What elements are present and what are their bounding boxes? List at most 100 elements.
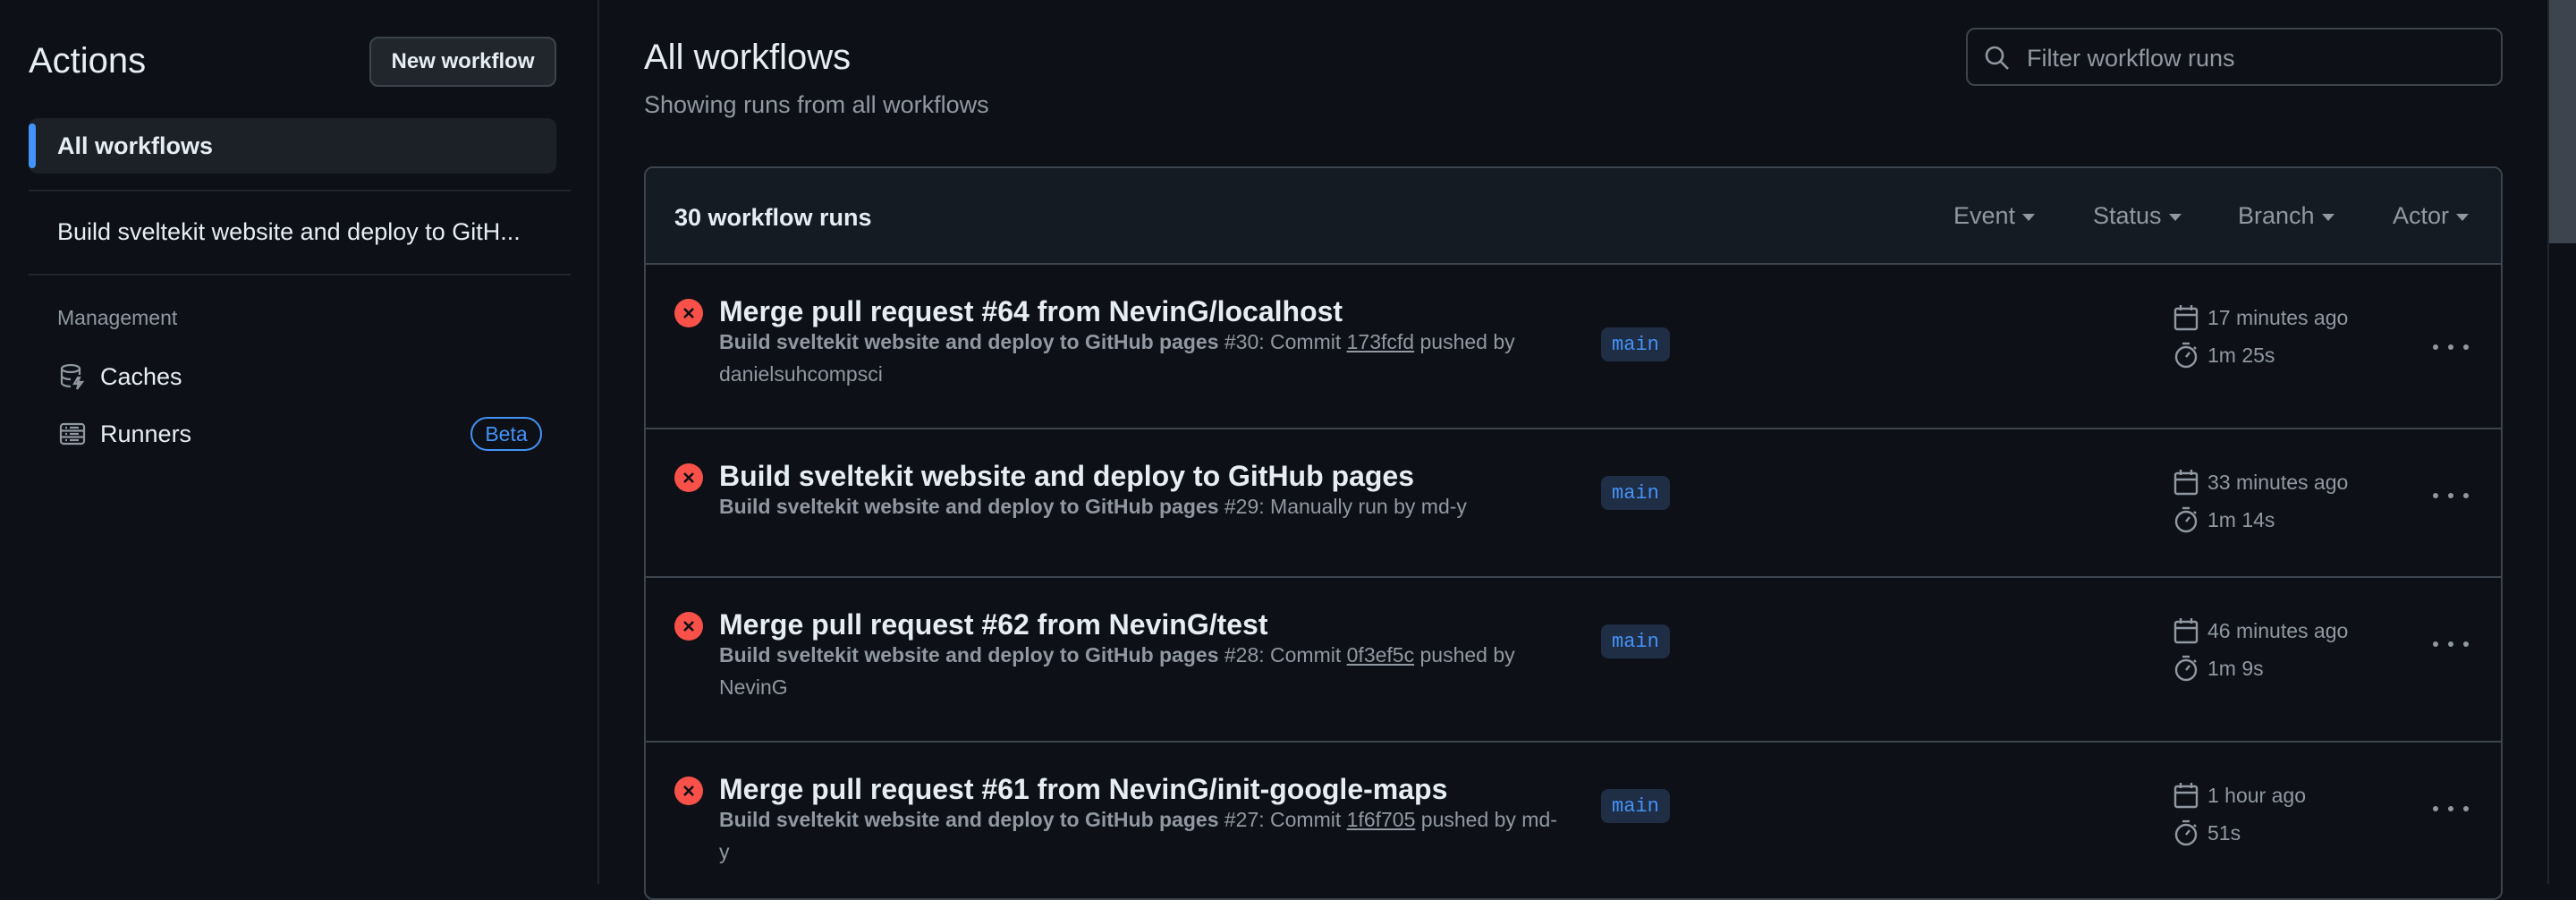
- failure-status-icon: [674, 299, 703, 327]
- run-title-link[interactable]: Merge pull request #62 from NevinG/test: [719, 608, 1268, 641]
- run-meta-text: pushed by: [1414, 330, 1515, 353]
- run-number: #27: [1224, 808, 1259, 831]
- scrollbar-thumb[interactable]: [2549, 0, 2576, 243]
- run-meta-text: : Manually run by md-y: [1258, 495, 1467, 518]
- branch-filter-dropdown[interactable]: Branch: [2238, 202, 2334, 230]
- run-meta-text: : Commit: [1258, 808, 1347, 831]
- page-subtitle: Showing runs from all workflows: [644, 91, 989, 118]
- run-count: 30 workflow runs: [674, 204, 872, 231]
- calendar-icon: [2174, 783, 2199, 809]
- sidebar-item-all-workflows[interactable]: All workflows: [29, 118, 556, 174]
- run-timestamp: 1 hour ago: [2174, 782, 2306, 809]
- sidebar-item-label: All workflows: [57, 132, 214, 159]
- chevron-down-icon: [2456, 213, 2470, 221]
- database-icon: [57, 361, 88, 392]
- run-title-link[interactable]: Merge pull request #64 from NevinG/local…: [719, 295, 1343, 328]
- server-icon: [57, 419, 88, 449]
- failure-status-icon: [674, 463, 703, 492]
- chevron-down-icon: [2168, 213, 2182, 221]
- run-duration: 1m 9s: [2174, 655, 2264, 682]
- branch-label[interactable]: main: [1601, 327, 1670, 361]
- sidebar-item-runners[interactable]: Runners: [57, 416, 191, 452]
- table-row[interactable]: Build sveltekit website and deploy to Gi…: [646, 429, 2501, 578]
- run-duration: 1m 14s: [2174, 506, 2275, 533]
- workflow-name: Build sveltekit website and deploy to Gi…: [719, 330, 1219, 353]
- run-time-ago: 1 hour ago: [2207, 783, 2306, 807]
- calendar-icon: [2174, 305, 2199, 331]
- run-duration: 1m 25s: [2174, 342, 2275, 369]
- run-timestamp: 46 minutes ago: [2174, 617, 2348, 644]
- sidebar-divider: [29, 190, 571, 191]
- run-duration: 51s: [2174, 819, 2241, 846]
- runs-list-header: 30 workflow runs Event Status Branch Act…: [646, 168, 2501, 265]
- run-duration-value: 1m 14s: [2207, 507, 2275, 531]
- run-actor: NevinG: [719, 675, 788, 699]
- sidebar-item-workflow[interactable]: Build sveltekit website and deploy to Gi…: [57, 218, 521, 246]
- run-timestamp: 17 minutes ago: [2174, 304, 2348, 331]
- sidebar-item-caches[interactable]: Caches: [57, 359, 182, 395]
- sidebar: Actions New workflow All workflows Build…: [0, 0, 599, 884]
- workflow-runs-list: 30 workflow runs Event Status Branch Act…: [644, 166, 2503, 900]
- run-meta: Build sveltekit website and deploy to Gi…: [719, 490, 1578, 522]
- beta-badge: Beta: [470, 417, 542, 451]
- run-time-ago: 33 minutes ago: [2207, 470, 2349, 494]
- run-number: #30: [1224, 330, 1259, 353]
- failure-status-icon: [674, 777, 703, 805]
- branch-label[interactable]: main: [1601, 624, 1670, 658]
- actor-filter-dropdown[interactable]: Actor: [2393, 202, 2470, 230]
- page-title: All workflows: [644, 38, 852, 77]
- commit-sha-link[interactable]: 0f3ef5c: [1347, 643, 1414, 667]
- filter-label: Branch: [2238, 202, 2315, 229]
- run-meta-text: : Commit: [1258, 330, 1347, 353]
- filter-label: Event: [1953, 202, 2016, 229]
- run-actor: y: [719, 840, 730, 863]
- table-row[interactable]: Merge pull request #62 from NevinG/test …: [646, 578, 2501, 743]
- run-timestamp: 33 minutes ago: [2174, 469, 2348, 496]
- failure-status-icon: [674, 612, 703, 641]
- branch-label[interactable]: main: [1601, 789, 1670, 823]
- run-number: #29: [1224, 495, 1259, 518]
- sidebar-item-label: Caches: [100, 362, 182, 390]
- run-meta: Build sveltekit website and deploy to Gi…: [719, 803, 1578, 868]
- run-meta-text: : Commit: [1258, 643, 1347, 667]
- search-input[interactable]: [2025, 38, 2494, 78]
- run-duration-value: 51s: [2207, 820, 2241, 845]
- new-workflow-button[interactable]: New workflow: [369, 37, 556, 87]
- run-number: #28: [1224, 643, 1259, 667]
- commit-sha-link[interactable]: 173fcfd: [1347, 330, 1414, 353]
- workflow-name: Build sveltekit website and deploy to Gi…: [719, 643, 1219, 667]
- run-title-link[interactable]: Merge pull request #61 from NevinG/init-…: [719, 773, 1447, 806]
- status-filter-dropdown[interactable]: Status: [2093, 202, 2182, 230]
- chevron-down-icon: [2022, 213, 2036, 221]
- filter-label: Actor: [2393, 202, 2450, 229]
- stopwatch-icon: [2174, 819, 2198, 846]
- sidebar-divider: [29, 274, 571, 276]
- branch-label[interactable]: main: [1601, 476, 1670, 510]
- calendar-icon: [2174, 618, 2199, 644]
- stopwatch-icon: [2174, 342, 2198, 369]
- search-icon: [1985, 46, 2009, 70]
- run-duration-value: 1m 9s: [2207, 656, 2264, 680]
- run-meta-text: pushed by md-: [1415, 808, 1557, 831]
- run-title-link[interactable]: Build sveltekit website and deploy to Gi…: [719, 460, 1414, 493]
- active-indicator: [29, 123, 36, 168]
- filter-label: Status: [2093, 202, 2162, 229]
- run-meta: Build sveltekit website and deploy to Gi…: [719, 639, 1578, 703]
- sidebar-section-label: Management: [57, 306, 178, 329]
- event-filter-dropdown[interactable]: Event: [1953, 202, 2036, 230]
- sidebar-item-label: Runners: [100, 420, 192, 447]
- calendar-icon: [2174, 470, 2199, 496]
- table-row[interactable]: Merge pull request #64 from NevinG/local…: [646, 265, 2501, 429]
- run-time-ago: 46 minutes ago: [2207, 618, 2349, 642]
- run-more-actions-button[interactable]: [2433, 338, 2469, 356]
- workflow-name: Build sveltekit website and deploy to Gi…: [719, 808, 1219, 831]
- run-more-actions-button[interactable]: [2433, 635, 2469, 653]
- run-more-actions-button[interactable]: [2433, 800, 2469, 818]
- table-row[interactable]: Merge pull request #61 from NevinG/init-…: [646, 743, 2501, 898]
- run-more-actions-button[interactable]: [2433, 487, 2469, 505]
- commit-sha-link[interactable]: 1f6f705: [1347, 808, 1416, 831]
- stopwatch-icon: [2174, 655, 2198, 682]
- run-actor: danielsuhcompsci: [719, 362, 883, 386]
- filter-runs-search[interactable]: [1966, 28, 2503, 86]
- run-meta: Build sveltekit website and deploy to Gi…: [719, 326, 1578, 390]
